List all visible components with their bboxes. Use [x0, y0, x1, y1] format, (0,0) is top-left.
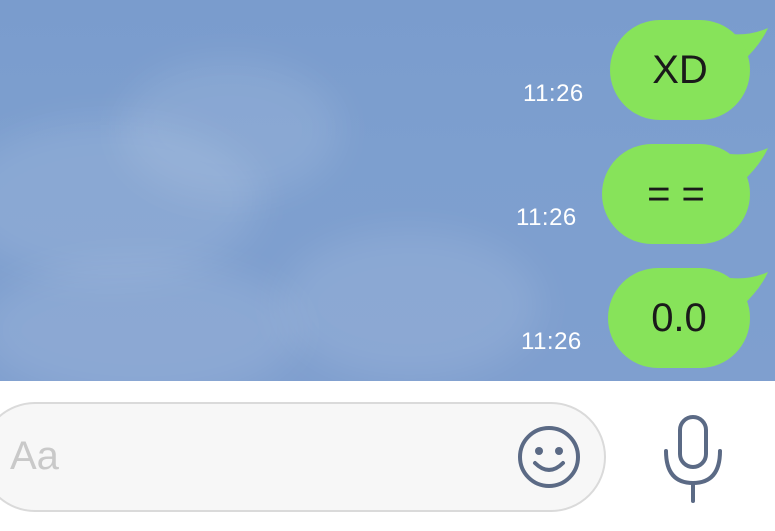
smiley-icon[interactable] [517, 425, 581, 489]
message-input-placeholder: Aa [10, 434, 59, 478]
message-row: 11:26 0.0 [0, 268, 775, 378]
microphone-icon[interactable] [660, 413, 726, 503]
message-row: 11:26 = = [0, 144, 775, 254]
message-text: XD [652, 47, 708, 92]
message-bubble[interactable]: 0.0 [608, 268, 750, 368]
chat-area: 11:26 XD 11:26 = = 11:26 0.0 [0, 0, 775, 381]
message-text: 0.0 [651, 295, 707, 340]
message-time: 11:26 [523, 80, 584, 107]
message-time: 11:26 [516, 204, 577, 231]
message-time: 11:26 [521, 328, 582, 355]
input-bar: Aa [0, 381, 775, 531]
message-input[interactable]: Aa [0, 402, 606, 512]
message-bubble[interactable]: XD [610, 20, 750, 120]
message-row: 11:26 XD [0, 20, 775, 130]
message-bubble[interactable]: = = [602, 144, 750, 244]
message-text: = = [647, 171, 705, 216]
